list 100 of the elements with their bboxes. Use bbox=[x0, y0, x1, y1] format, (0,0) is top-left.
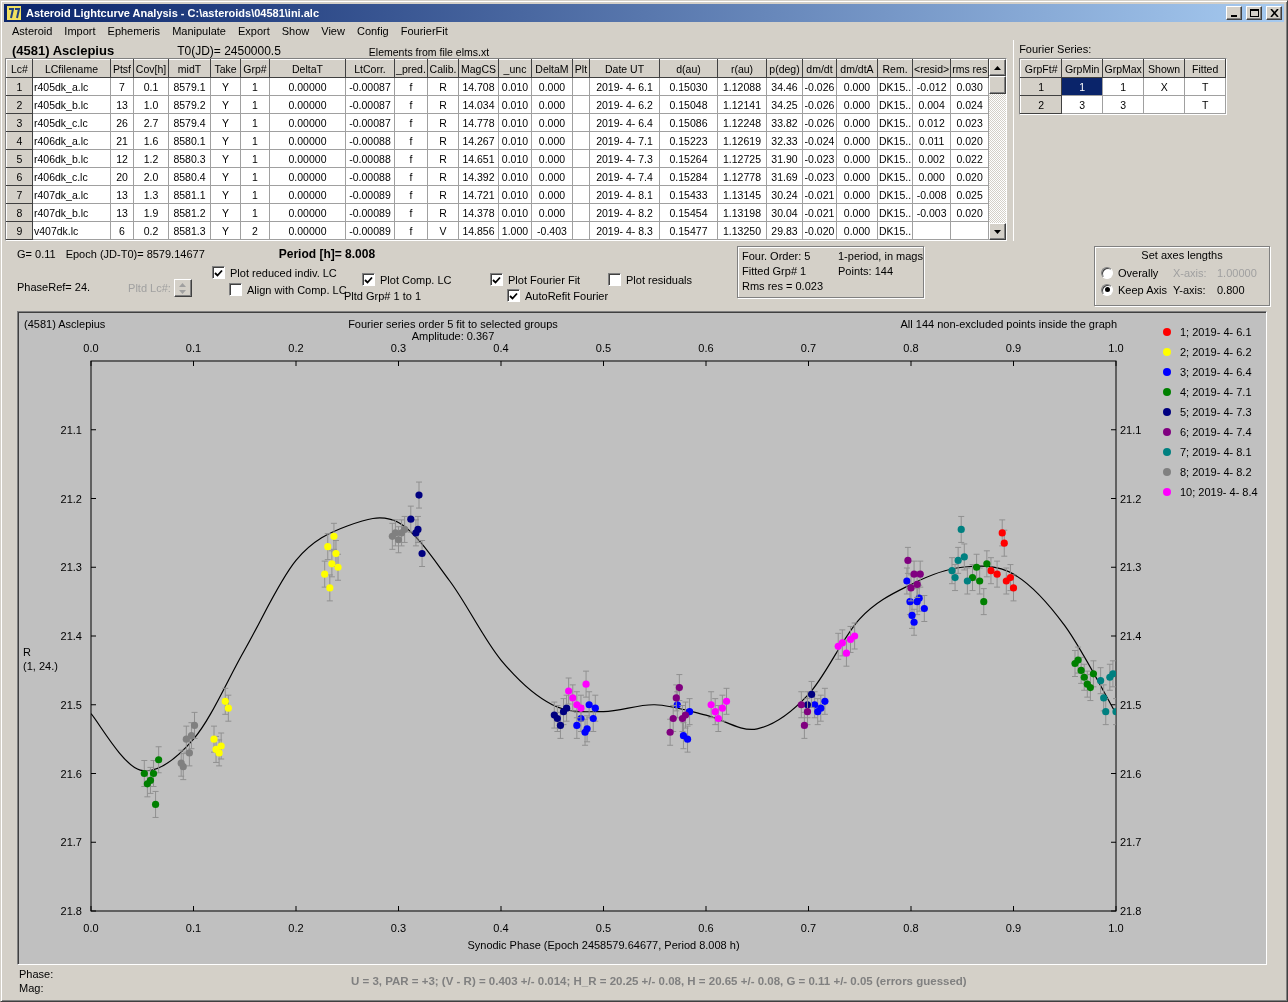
table-cell: 0.000 bbox=[836, 77, 878, 96]
table-cell: -0.00089 bbox=[345, 221, 395, 240]
checkbox-label[interactable]: Plot Fourier Fit bbox=[508, 273, 581, 286]
column-header[interactable]: Take bbox=[210, 59, 241, 78]
column-header[interactable]: DeltaM bbox=[531, 59, 573, 78]
tick-label: 21.2 bbox=[60, 492, 82, 505]
table-cell: 0.024 bbox=[950, 95, 989, 114]
table-cell: DK15.. bbox=[877, 113, 913, 132]
menu-item[interactable]: Manipulate bbox=[166, 23, 232, 39]
checkbox-label[interactable]: Plot Comp. LC bbox=[380, 273, 452, 286]
table-cell: -0.00088 bbox=[345, 131, 395, 150]
table-cell: 14.778 bbox=[458, 113, 499, 132]
column-header[interactable]: _pred. bbox=[394, 59, 428, 78]
column-header[interactable]: Ptsf bbox=[110, 59, 134, 78]
table-cell: DK15.. bbox=[877, 203, 913, 222]
table-cell: 0.00000 bbox=[269, 149, 346, 168]
table-cell: r405dk_c.lc bbox=[32, 113, 111, 132]
fit-info-text: Points: 144 bbox=[838, 265, 895, 279]
table-cell: 2.7 bbox=[133, 113, 169, 132]
table-cell: 0.000 bbox=[836, 95, 878, 114]
table-cell: 0.15030 bbox=[659, 77, 718, 96]
table-cell: 0.011 bbox=[912, 131, 951, 150]
column-header[interactable]: Grp# bbox=[240, 59, 270, 78]
table-cell: 0.010 bbox=[498, 131, 532, 150]
tick-label: 0.9 bbox=[1005, 342, 1022, 354]
radio-label[interactable]: Keep Axis bbox=[1118, 283, 1167, 296]
table-cell: 1.12088 bbox=[717, 77, 767, 96]
menu-item[interactable]: Asteroid bbox=[6, 23, 59, 39]
table-cell: r405dk_a.lc bbox=[32, 77, 111, 96]
column-header[interactable]: _unc bbox=[498, 59, 532, 78]
column-header[interactable]: r(au) bbox=[717, 59, 767, 78]
radio-label[interactable]: Overally bbox=[1118, 266, 1159, 279]
table-cell: DK15.. bbox=[877, 149, 913, 168]
table-cell: 13 bbox=[110, 203, 134, 222]
table-cell: 0.000 bbox=[836, 221, 878, 240]
column-header[interactable]: midT bbox=[168, 59, 211, 78]
tick-label: 0.3 bbox=[390, 342, 407, 354]
checkbox-label[interactable]: Plot reduced indiv. LC bbox=[230, 266, 337, 279]
table-cell: 0.000 bbox=[531, 203, 573, 222]
legend-label: 8; 2019- 4- 8.2 bbox=[1180, 466, 1252, 478]
tick-label: 0.8 bbox=[903, 342, 919, 354]
column-header[interactable]: DeltaT bbox=[269, 59, 346, 78]
menu-item[interactable]: Export bbox=[231, 23, 276, 39]
tick-label: 0.4 bbox=[493, 342, 509, 354]
table-cell: 8579.4 bbox=[168, 113, 211, 132]
table-cell: 0.000 bbox=[836, 131, 878, 150]
tick-label: 21.2 bbox=[1120, 492, 1142, 505]
table-cell: 1 bbox=[240, 77, 270, 96]
table-cell: 0.010 bbox=[498, 185, 532, 204]
axis-value: 0.800 bbox=[1217, 283, 1245, 296]
tick-label: 21.5 bbox=[60, 698, 82, 711]
table-cell: -0.00089 bbox=[345, 203, 395, 222]
column-header[interactable]: p(deg) bbox=[766, 59, 803, 78]
menu-item[interactable]: Show bbox=[275, 23, 316, 39]
table-cell: 1.0 bbox=[133, 95, 169, 114]
column-header[interactable]: LtCorr. bbox=[345, 59, 395, 78]
column-header[interactable]: Cov[h] bbox=[133, 59, 169, 78]
menu-item[interactable]: Ephemeris bbox=[101, 23, 167, 39]
table-cell: 1.13145 bbox=[717, 185, 767, 204]
table-cell: 13 bbox=[110, 185, 134, 204]
menu-item[interactable]: FourierFit bbox=[394, 23, 454, 39]
column-header[interactable]: <resid> bbox=[912, 59, 951, 78]
table-cell: 34.46 bbox=[766, 77, 803, 96]
table-cell: -0.021 bbox=[802, 203, 837, 222]
menu-item[interactable]: View bbox=[315, 23, 351, 39]
column-header[interactable]: d(au) bbox=[659, 59, 718, 78]
column-header[interactable]: Fitted bbox=[1184, 59, 1226, 78]
column-header[interactable]: dm/dt bbox=[802, 59, 837, 78]
column-header[interactable]: dm/dtA bbox=[836, 59, 878, 78]
legend-label: 6; 2019- 4- 7.4 bbox=[1180, 426, 1252, 438]
table-cell: 8581.2 bbox=[168, 203, 211, 222]
column-header[interactable]: GrpMin bbox=[1061, 59, 1103, 78]
table-cell: -0.00087 bbox=[345, 113, 395, 132]
table-cell: 30.04 bbox=[766, 203, 803, 222]
menu-item[interactable]: Import bbox=[58, 23, 102, 39]
table-cell: 0.00000 bbox=[269, 221, 346, 240]
column-header[interactable]: Shown bbox=[1143, 59, 1185, 78]
table-cell: 14.856 bbox=[458, 221, 499, 240]
column-header[interactable]: LCfilename bbox=[32, 59, 111, 78]
column-header[interactable]: GrpMax bbox=[1102, 59, 1144, 78]
column-header[interactable]: Rem. bbox=[877, 59, 913, 78]
tick-label: 21.6 bbox=[1120, 767, 1142, 780]
table-cell: 0.000 bbox=[531, 95, 573, 114]
checkbox-label[interactable]: Plot residuals bbox=[626, 273, 693, 286]
legend-label: 1; 2019- 4- 6.1 bbox=[1180, 326, 1252, 338]
column-header[interactable]: Calib. bbox=[427, 59, 459, 78]
column-header[interactable]: Lc# bbox=[6, 59, 33, 78]
table-cell: 1 bbox=[1102, 77, 1144, 96]
table-cell: 1 bbox=[240, 203, 270, 222]
tick-label: 1.0 bbox=[1108, 342, 1124, 354]
column-header[interactable]: rms res bbox=[950, 59, 989, 78]
column-header[interactable]: GrpFt# bbox=[1020, 59, 1062, 78]
table-cell: -0.008 bbox=[912, 185, 951, 204]
checkbox-label[interactable]: AutoRefit Fourier bbox=[525, 289, 609, 302]
table-cell: Y bbox=[210, 167, 241, 186]
table-cell: 8580.4 bbox=[168, 167, 211, 186]
table-cell: f bbox=[394, 167, 428, 186]
column-header[interactable]: Date UT bbox=[589, 59, 660, 78]
column-header[interactable]: MagCS bbox=[458, 59, 499, 78]
menu-item[interactable]: Config bbox=[350, 23, 395, 39]
